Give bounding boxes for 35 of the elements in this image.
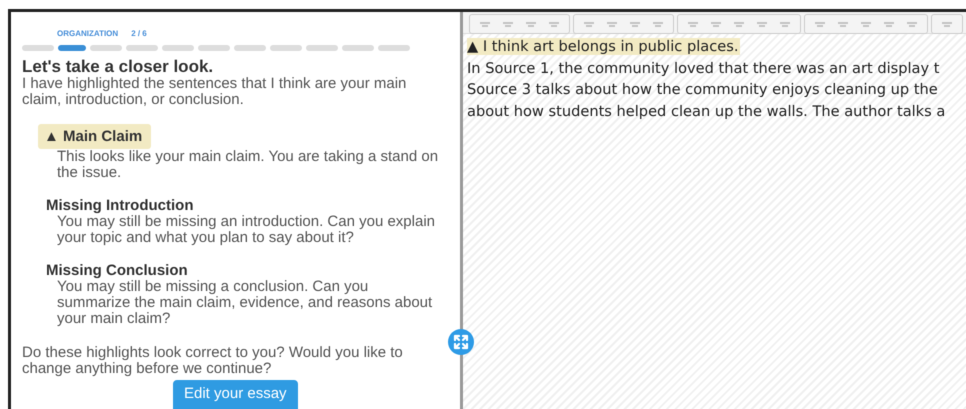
feedback-text: You may still be missing an introduction. Can you explain your topic and what you plan to say about it?: [57, 214, 436, 246]
question-text: Do these highlights look correct to you? Would you like to change anything before we continue?: [22, 345, 404, 377]
feedback-text: This looks like your main claim. You are taking a stand on the issue.: [57, 149, 440, 181]
toolbar-icon[interactable]: [582, 19, 596, 29]
section-label: ORGANIZATION: [57, 29, 118, 39]
toolbar-icon[interactable]: [524, 19, 538, 29]
step-counter: 2 / 6: [131, 29, 147, 39]
toolbar-icon[interactable]: [686, 19, 700, 29]
toolbar-icon[interactable]: [778, 19, 792, 29]
toolbar-icon[interactable]: [501, 19, 515, 29]
toolbar-icon[interactable]: [651, 19, 665, 29]
intro-text: I have highlighted the sentences that I think are your main claim, introduction, or conclusion.: [22, 76, 408, 108]
toolbar-icon[interactable]: [605, 19, 619, 29]
essay-text: Source 3 talks about how the community enjoys cleaning up the: [467, 81, 938, 98]
toolbar-icon[interactable]: [547, 19, 561, 29]
expand-icon[interactable]: [448, 329, 474, 355]
heading: Let's take a closer look.: [22, 58, 214, 76]
essay-text: about how students helped clean up the walls. The author talks a: [467, 102, 946, 120]
feedback-title: Missing Introduction: [46, 197, 194, 214]
toolbar-icon[interactable]: [478, 19, 492, 29]
feedback-text: You may still be missing a conclusion. Can you summarize the main claim, evidence, and reasons about your main claim?: [57, 279, 434, 327]
toolbar-icon[interactable]: [732, 19, 746, 29]
essay-text: In Source 1, the community loved that there was an art display t: [467, 60, 940, 76]
toolbar-icon[interactable]: [813, 19, 827, 29]
toolbar-icon[interactable]: [709, 19, 723, 29]
toolbar-icon[interactable]: [859, 19, 873, 29]
highlighted-sentence: ▲ I think art belongs in public places.: [467, 38, 740, 55]
main-claim-tag[interactable]: ▲ Main Claim: [38, 124, 152, 149]
feedback-title: Missing Conclusion: [46, 262, 189, 279]
toolbar-icon[interactable]: [940, 19, 954, 29]
toolbar-icon[interactable]: [905, 19, 919, 29]
toolbar-icon[interactable]: [755, 19, 769, 29]
toolbar-icon[interactable]: [882, 19, 896, 29]
toolbar-icon[interactable]: [836, 19, 850, 29]
toolbar-icon[interactable]: [628, 19, 642, 29]
